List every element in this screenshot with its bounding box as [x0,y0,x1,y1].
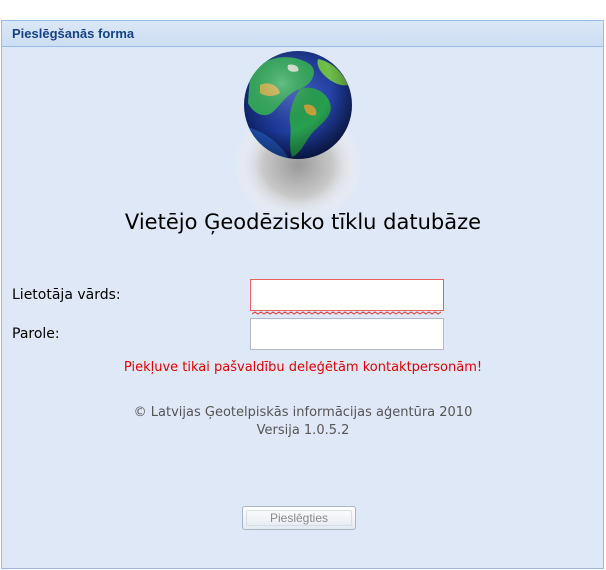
login-button[interactable]: Pieslēgties [242,506,356,530]
username-label: Lietotāja vārds: [12,287,121,303]
globe-icon [230,45,370,225]
access-warning: Piekļuve tikai pašvaldību deleģētām kont… [123,360,483,375]
version-text: Versija 1.0.5.2 [256,423,350,438]
username-field[interactable] [250,279,444,311]
copyright-text: © Latvijas Ģeotelpiskās informācijas aģe… [133,405,473,420]
panel-title: Pieslēgšanās forma [12,26,135,41]
panel-header: Pieslēgšanās forma [2,21,603,47]
password-field[interactable] [250,318,444,350]
password-label: Parole: [12,326,60,342]
app-title: Vietējo Ģeodēzisko tīklu datubāze [124,210,482,234]
login-button-label: Pieslēgties [269,511,329,525]
invalid-underline [252,311,442,315]
